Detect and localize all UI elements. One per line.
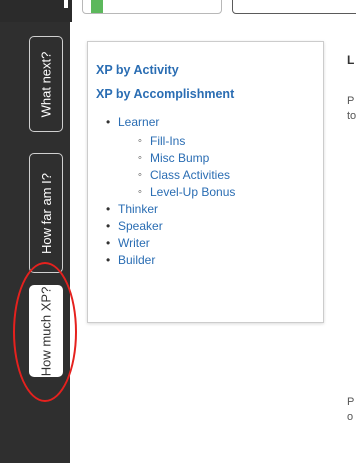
content-text-fragment: P bbox=[347, 396, 355, 408]
top-bar-notch bbox=[64, 0, 68, 8]
list-item-thinker[interactable]: Thinker bbox=[104, 201, 314, 218]
red-highlight-circle bbox=[13, 262, 77, 402]
accomplishment-list: Learner Fill-Ins Misc Bump Class Activit… bbox=[104, 114, 314, 269]
content-text-fragment: o bbox=[347, 411, 354, 423]
tab-how-far-am-i[interactable]: How far am I? bbox=[29, 153, 63, 273]
speaker-link[interactable]: Speaker bbox=[118, 219, 163, 233]
content-heading-fragment: L bbox=[347, 53, 355, 67]
sublist-item-level-up-bonus[interactable]: Level-Up Bonus bbox=[138, 184, 314, 201]
xp-by-activity-link[interactable]: XP by Activity bbox=[96, 63, 179, 77]
tab-how-far-label: How far am I? bbox=[38, 172, 54, 254]
xp-by-accomplishment-link[interactable]: XP by Accomplishment bbox=[96, 87, 234, 101]
learner-link[interactable]: Learner bbox=[118, 115, 159, 129]
content-text-fragment: to bbox=[347, 110, 356, 122]
writer-link[interactable]: Writer bbox=[118, 236, 150, 250]
top-tab-green[interactable] bbox=[82, 0, 222, 14]
xp-menu-panel: XP by Activity XP by Accomplishment Lear… bbox=[87, 41, 324, 323]
top-bar-dark-region bbox=[0, 0, 72, 22]
thinker-link[interactable]: Thinker bbox=[118, 202, 158, 216]
tab-what-next-label: What next? bbox=[38, 51, 54, 117]
top-tab[interactable] bbox=[232, 0, 356, 14]
tab-what-next[interactable]: What next? bbox=[29, 36, 63, 132]
list-item-writer[interactable]: Writer bbox=[104, 235, 314, 252]
list-item-learner[interactable]: Learner Fill-Ins Misc Bump Class Activit… bbox=[104, 114, 314, 201]
top-bar bbox=[0, 0, 356, 22]
list-item-builder[interactable]: Builder bbox=[104, 252, 314, 269]
content-text-fragment: P bbox=[347, 95, 355, 107]
learner-sublist: Fill-Ins Misc Bump Class Activities Leve… bbox=[138, 133, 314, 201]
sublist-item-fill-ins[interactable]: Fill-Ins bbox=[138, 133, 314, 150]
green-accent-strip bbox=[91, 0, 103, 13]
list-item-speaker[interactable]: Speaker bbox=[104, 218, 314, 235]
sublist-item-class-activities[interactable]: Class Activities bbox=[138, 167, 314, 184]
builder-link[interactable]: Builder bbox=[118, 253, 155, 267]
sublist-item-misc-bump[interactable]: Misc Bump bbox=[138, 150, 314, 167]
